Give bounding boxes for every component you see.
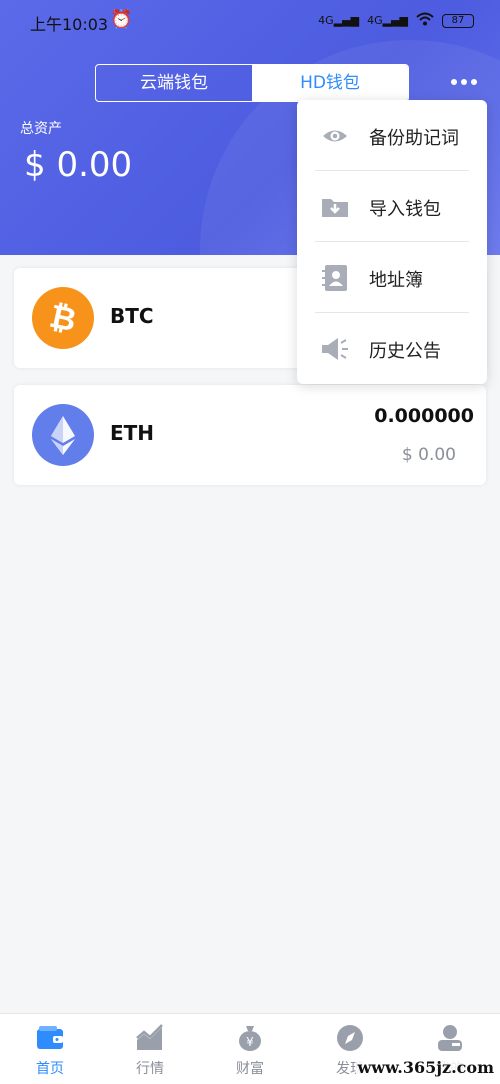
- more-dropdown-menu: 备份助记词 导入钱包 地址簿 历史公告: [297, 100, 487, 384]
- menu-item-label: 备份助记词: [369, 128, 459, 149]
- alarm-icon: ⏰: [110, 9, 133, 30]
- tab-label: 首页: [36, 1061, 64, 1077]
- tab-label: 财富: [236, 1061, 264, 1077]
- trend-chart-icon: [135, 1024, 165, 1052]
- folder-download-icon: [321, 193, 349, 221]
- svg-text:₿: ₿: [46, 297, 79, 340]
- status-time: 上午10:03: [30, 15, 109, 34]
- signal-icon: 4G▂▄▆: [367, 14, 408, 27]
- eye-icon: [321, 122, 349, 150]
- tab-market[interactable]: 行情: [100, 1014, 200, 1084]
- signal-icon: 4G▂▄▆: [318, 14, 360, 27]
- total-assets-value: $ 0.00: [24, 145, 133, 185]
- battery-icon: 87: [442, 13, 474, 28]
- more-dot-icon: [451, 79, 457, 85]
- total-assets-label: 总资产: [20, 121, 62, 137]
- wallet-type-tabs: 云端钱包 HD钱包: [95, 64, 409, 102]
- menu-item-label: 地址簿: [369, 270, 423, 291]
- menu-item-announcements[interactable]: 历史公告: [297, 313, 487, 384]
- signal-label: 4G: [318, 14, 334, 27]
- tab-wealth[interactable]: ¥ 财富: [200, 1014, 300, 1084]
- watermark: www.365jz.com: [355, 1058, 496, 1077]
- tab-cloud-wallet[interactable]: 云端钱包: [96, 65, 252, 101]
- tab-home[interactable]: 首页: [0, 1014, 100, 1084]
- coin-usd-value: $ 0.00: [401, 445, 456, 465]
- coin-amount: 0.000000: [374, 405, 474, 427]
- money-bag-icon: ¥: [235, 1024, 265, 1052]
- coin-card-eth[interactable]: ETH 0.000000 $ 0.00: [14, 385, 486, 485]
- more-dot-icon: [461, 79, 467, 85]
- contact-book-icon: [321, 264, 349, 292]
- menu-item-label: 历史公告: [369, 341, 441, 362]
- menu-item-label: 导入钱包: [369, 199, 441, 220]
- wallet-icon: [35, 1024, 65, 1052]
- svg-text:¥: ¥: [246, 1035, 254, 1049]
- wifi-icon: [416, 12, 434, 29]
- coin-name: BTC: [110, 304, 154, 328]
- more-dot-icon: [471, 79, 477, 85]
- compass-icon: [335, 1024, 365, 1052]
- ethereum-icon: [32, 404, 94, 466]
- tab-label: 行情: [136, 1061, 164, 1077]
- menu-item-backup-mnemonic[interactable]: 备份助记词: [297, 100, 487, 171]
- signal-label: 4G: [367, 14, 383, 27]
- megaphone-icon: [321, 335, 349, 363]
- bitcoin-icon: ₿: [32, 287, 94, 349]
- status-bar: 上午10:03 ⏰ 4G▂▄▆ 4G▂▄▆ 87: [0, 0, 500, 44]
- menu-item-import-wallet[interactable]: 导入钱包: [297, 171, 487, 242]
- tab-hd-wallet[interactable]: HD钱包: [252, 65, 408, 101]
- user-icon: [435, 1024, 465, 1052]
- coin-name: ETH: [110, 421, 155, 445]
- menu-item-address-book[interactable]: 地址簿: [297, 242, 487, 313]
- more-menu-button[interactable]: [444, 70, 484, 94]
